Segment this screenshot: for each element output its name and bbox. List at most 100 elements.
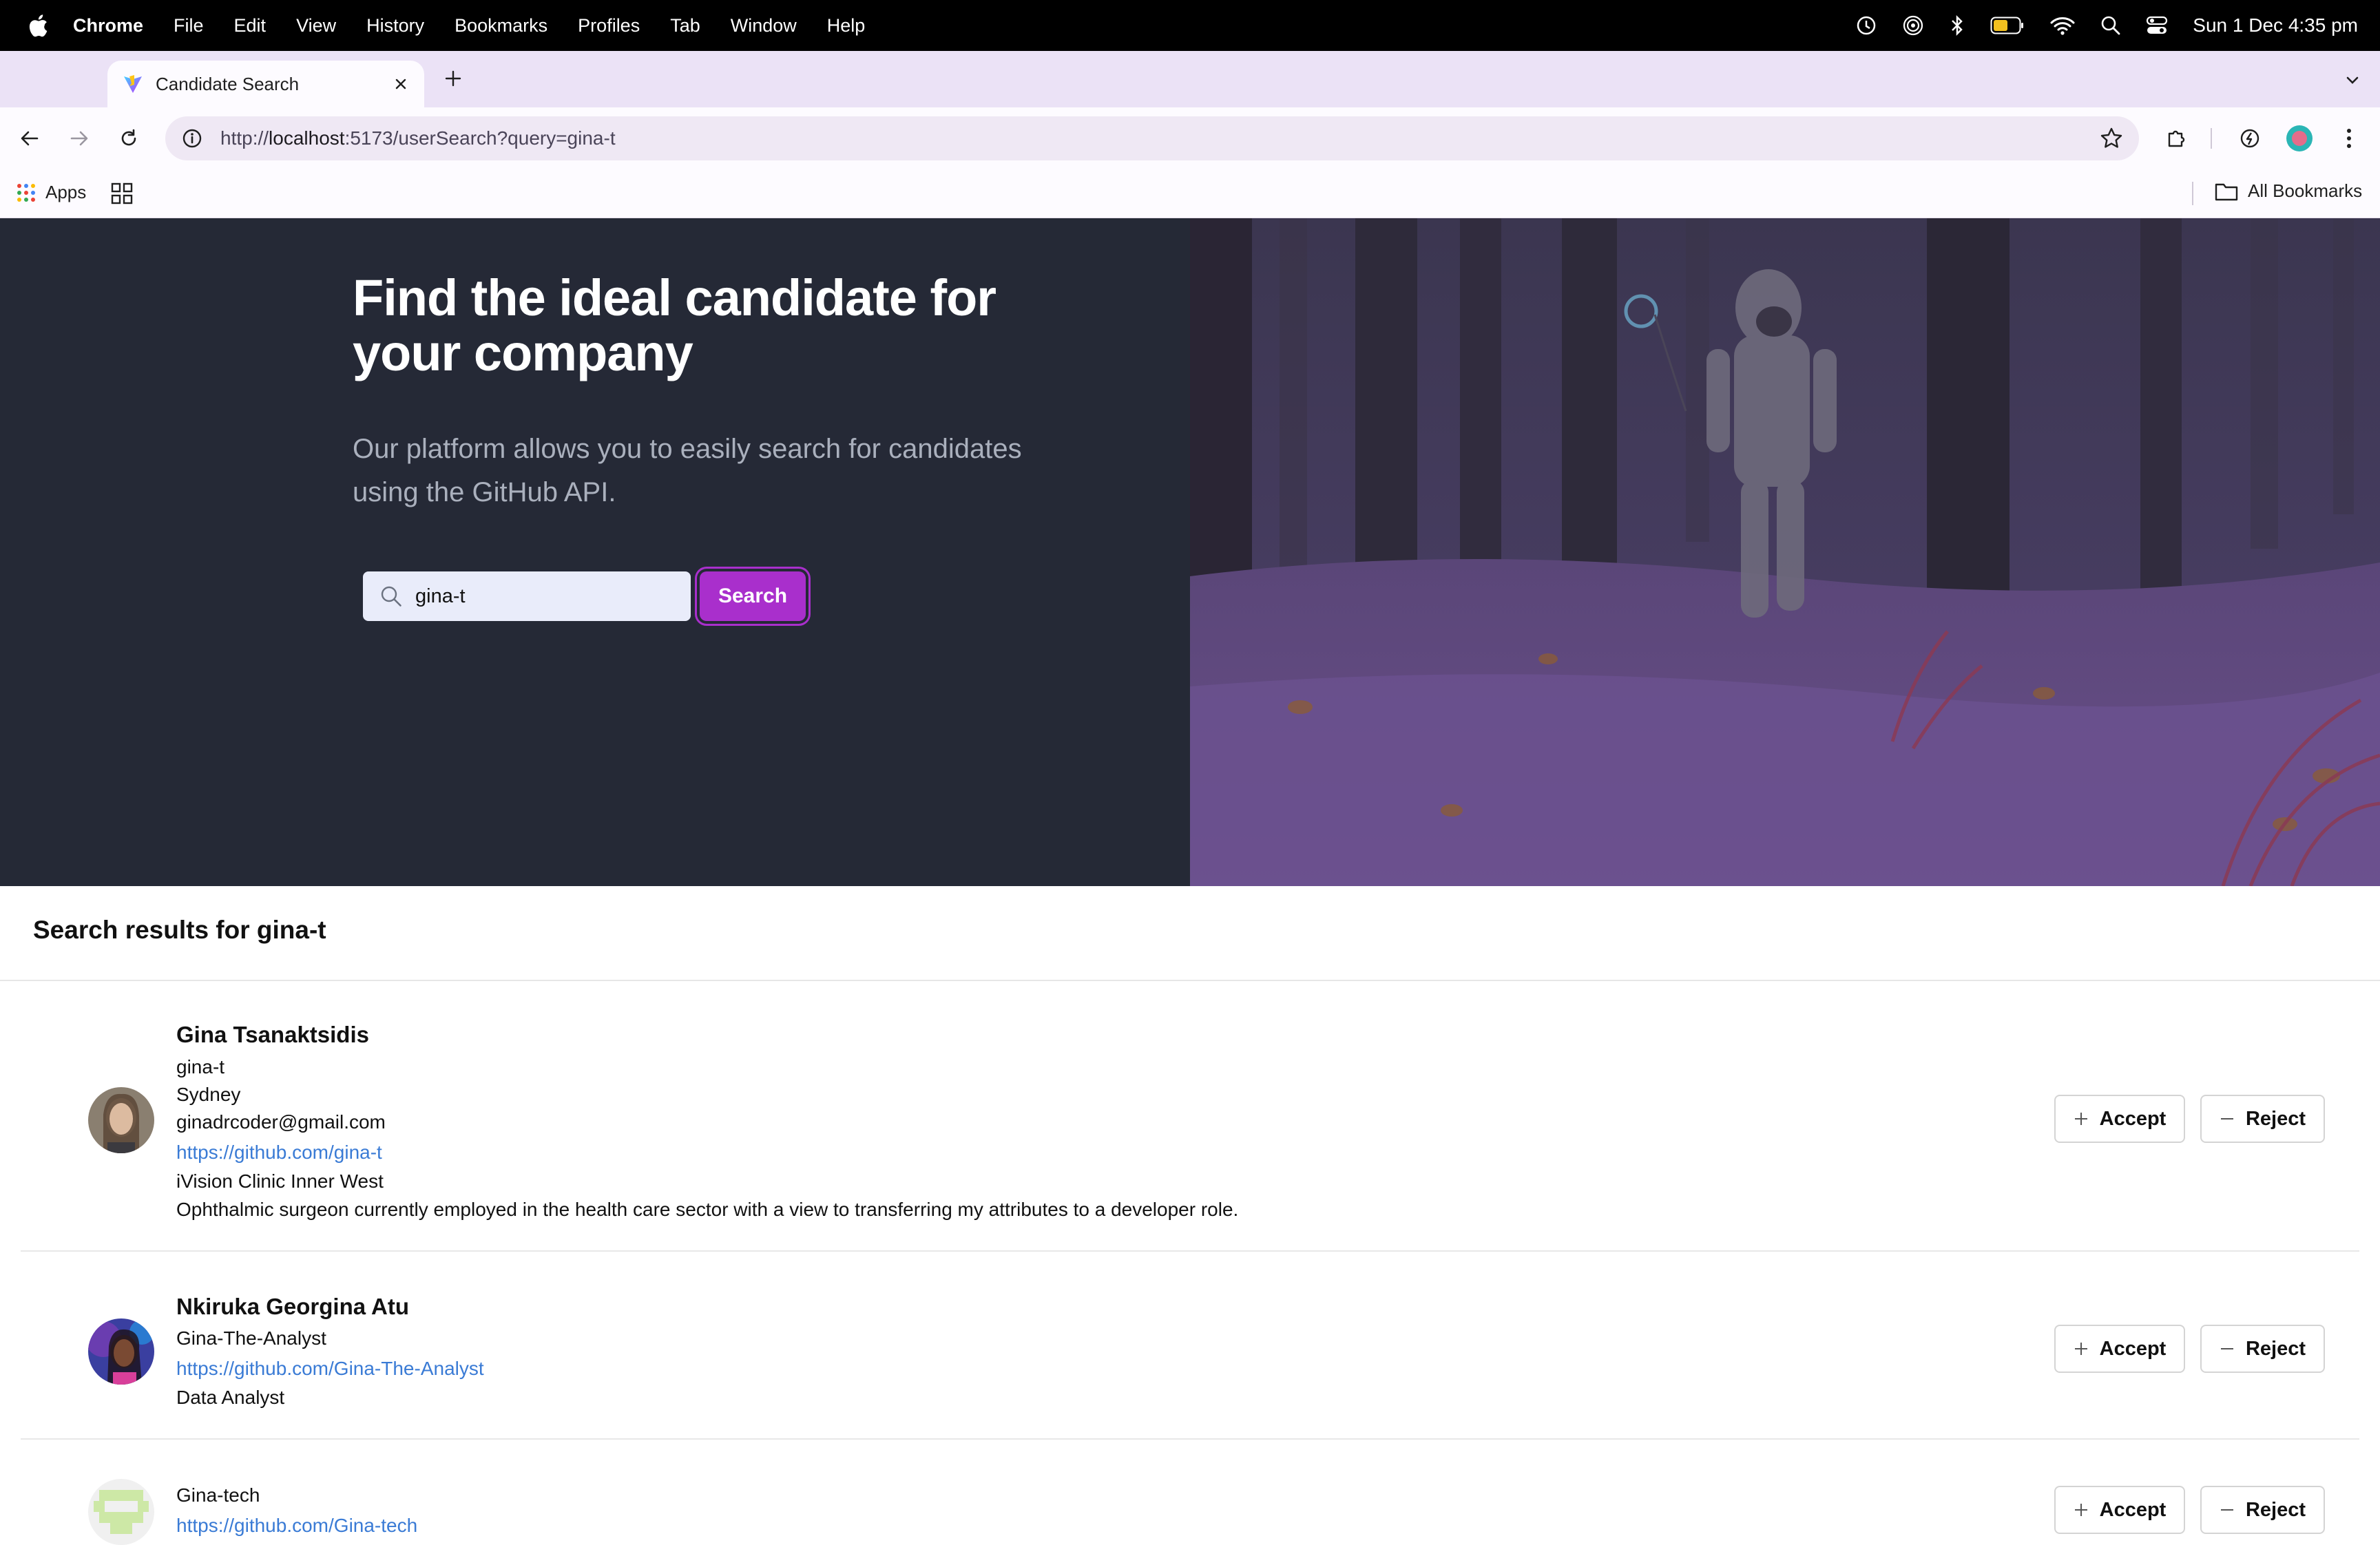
hero-image-astronaut-forest — [1190, 218, 2380, 886]
menu-profiles[interactable]: Profiles — [578, 15, 640, 36]
new-tab-button[interactable] — [438, 63, 468, 94]
candidate-username: Gina-tech — [176, 1484, 260, 1506]
candidate-github-link[interactable]: https://github.com/gina-t — [176, 1142, 382, 1164]
reject-label: Reject — [2245, 1337, 2306, 1360]
url-text[interactable]: http://localhost:5173/userSearch?query=g… — [220, 127, 616, 149]
spotlight-search-icon[interactable] — [2100, 15, 2121, 36]
reject-label: Reject — [2245, 1107, 2306, 1130]
candidate-search-field[interactable] — [363, 571, 691, 621]
candidate-email: ginadrcoder@gmail.com — [176, 1111, 386, 1133]
candidate-github-link[interactable]: https://github.com/Gina-tech — [176, 1515, 417, 1537]
macos-menu-bar: Chrome File Edit View History Bookmarks … — [0, 0, 2380, 51]
avatar — [88, 1318, 154, 1385]
tab-search-chevron-icon[interactable] — [2337, 65, 2368, 95]
all-bookmarks-button[interactable]: All Bookmarks — [2215, 180, 2362, 202]
time-machine-icon[interactable] — [1855, 14, 1877, 36]
battery-icon[interactable] — [1990, 17, 2025, 34]
menu-history[interactable]: History — [366, 15, 424, 36]
site-info-icon[interactable] — [180, 127, 204, 150]
accept-button[interactable]: Accept — [2054, 1095, 2185, 1143]
candidate-github-link[interactable]: https://github.com/Gina-The-Analyst — [176, 1358, 484, 1380]
menubar-clock[interactable]: Sun 1 Dec 4:35 pm — [2193, 14, 2358, 36]
plus-icon — [2074, 1113, 2087, 1125]
folder-icon — [2215, 183, 2238, 200]
menu-app-chrome[interactable]: Chrome — [73, 15, 143, 36]
menu-file[interactable]: File — [174, 15, 204, 36]
bluetooth-icon[interactable] — [1949, 14, 1965, 36]
hero-section: Find the ideal candidate for your compan… — [0, 218, 1190, 886]
airdrop-icon[interactable] — [1902, 14, 1924, 36]
apple-logo-icon[interactable] — [28, 14, 48, 37]
chrome-menu-icon[interactable] — [2333, 123, 2365, 154]
apps-grid-icon — [17, 183, 35, 202]
forward-arrow-icon[interactable] — [63, 123, 95, 154]
performance-icon[interactable] — [2234, 123, 2266, 154]
accept-label: Accept — [2099, 1498, 2167, 1521]
row-divider — [21, 1438, 2359, 1440]
candidate-bio: Ophthalmic surgeon currently employed in… — [176, 1199, 1239, 1220]
accept-button[interactable]: Accept — [2054, 1325, 2185, 1373]
search-icon — [381, 586, 401, 607]
menu-bookmarks[interactable]: Bookmarks — [455, 15, 547, 36]
tab-close-icon[interactable] — [390, 73, 412, 95]
avatar — [88, 1479, 154, 1545]
plus-icon — [2074, 1343, 2087, 1355]
results-divider — [0, 980, 2380, 981]
candidate-location: Sydney — [176, 1084, 241, 1105]
browser-toolbar: http://localhost:5173/userSearch?query=g… — [0, 107, 2380, 169]
candidate-company: iVision Clinic Inner West — [176, 1170, 384, 1192]
menu-edit[interactable]: Edit — [234, 15, 267, 36]
tab-groups-icon[interactable] — [110, 182, 134, 205]
url-host: localhost — [269, 127, 345, 149]
wifi-icon[interactable] — [2049, 15, 2076, 36]
accept-label: Accept — [2099, 1107, 2167, 1130]
profile-avatar-icon[interactable] — [2284, 123, 2315, 154]
minus-icon — [2220, 1509, 2233, 1511]
menu-view[interactable]: View — [296, 15, 336, 36]
bookmarks-bar: Apps All Bookmarks — [0, 169, 2380, 218]
all-bookmarks-label: All Bookmarks — [2248, 180, 2363, 201]
bookmarks-divider — [2192, 182, 2193, 205]
bookmark-star-icon[interactable] — [2099, 126, 2124, 151]
menu-window[interactable]: Window — [731, 15, 797, 36]
results-heading: Search results for gina-t — [33, 916, 326, 944]
candidate-bio: Data Analyst — [176, 1387, 285, 1408]
reject-button[interactable]: Reject — [2200, 1486, 2325, 1534]
tab-candidate-search[interactable]: Candidate Search — [107, 61, 424, 107]
search-input[interactable] — [414, 584, 678, 609]
browser-tab-strip: Candidate Search — [0, 51, 2380, 107]
minus-icon — [2220, 1118, 2233, 1120]
menu-tab[interactable]: Tab — [670, 15, 700, 36]
reject-button[interactable]: Reject — [2200, 1095, 2325, 1143]
plus-icon — [2074, 1504, 2087, 1516]
reject-button[interactable]: Reject — [2200, 1325, 2325, 1373]
bookmark-apps[interactable]: Apps — [17, 182, 86, 203]
reload-icon[interactable] — [113, 123, 145, 154]
search-button[interactable]: Search — [700, 571, 806, 621]
candidate-username: Gina-The-Analyst — [176, 1327, 326, 1349]
menu-help[interactable]: Help — [827, 15, 866, 36]
hero-heading: Find the ideal candidate for your compan… — [353, 269, 996, 381]
url-path: :5173/userSearch?query=gina-t — [344, 127, 616, 149]
toolbar-divider — [2211, 128, 2212, 149]
accept-button[interactable]: Accept — [2054, 1486, 2185, 1534]
back-arrow-icon[interactable] — [14, 123, 45, 154]
row-divider — [21, 1250, 2359, 1252]
url-scheme: http:// — [220, 127, 269, 149]
accept-label: Accept — [2099, 1337, 2167, 1360]
minus-icon — [2220, 1348, 2233, 1349]
candidate-username: gina-t — [176, 1056, 225, 1078]
candidate-name: Nkiruka Georgina Atu — [176, 1294, 410, 1319]
avatar — [88, 1087, 154, 1153]
address-bar[interactable]: http://localhost:5173/userSearch?query=g… — [165, 116, 2139, 160]
forest-illustration — [1190, 218, 2380, 886]
tab-title: Candidate Search — [156, 73, 300, 94]
control-center-icon[interactable] — [2146, 15, 2168, 36]
vite-favicon-icon — [124, 75, 142, 93]
candidate-name: Gina Tsanaktsidis — [176, 1022, 369, 1047]
extensions-puzzle-icon[interactable] — [2161, 123, 2193, 154]
apps-label: Apps — [45, 182, 87, 202]
status-area: Sun 1 Dec 4:35 pm — [1855, 0, 2358, 51]
reject-label: Reject — [2245, 1498, 2306, 1521]
hero-subheading: Our platform allows you to easily search… — [353, 434, 1022, 507]
